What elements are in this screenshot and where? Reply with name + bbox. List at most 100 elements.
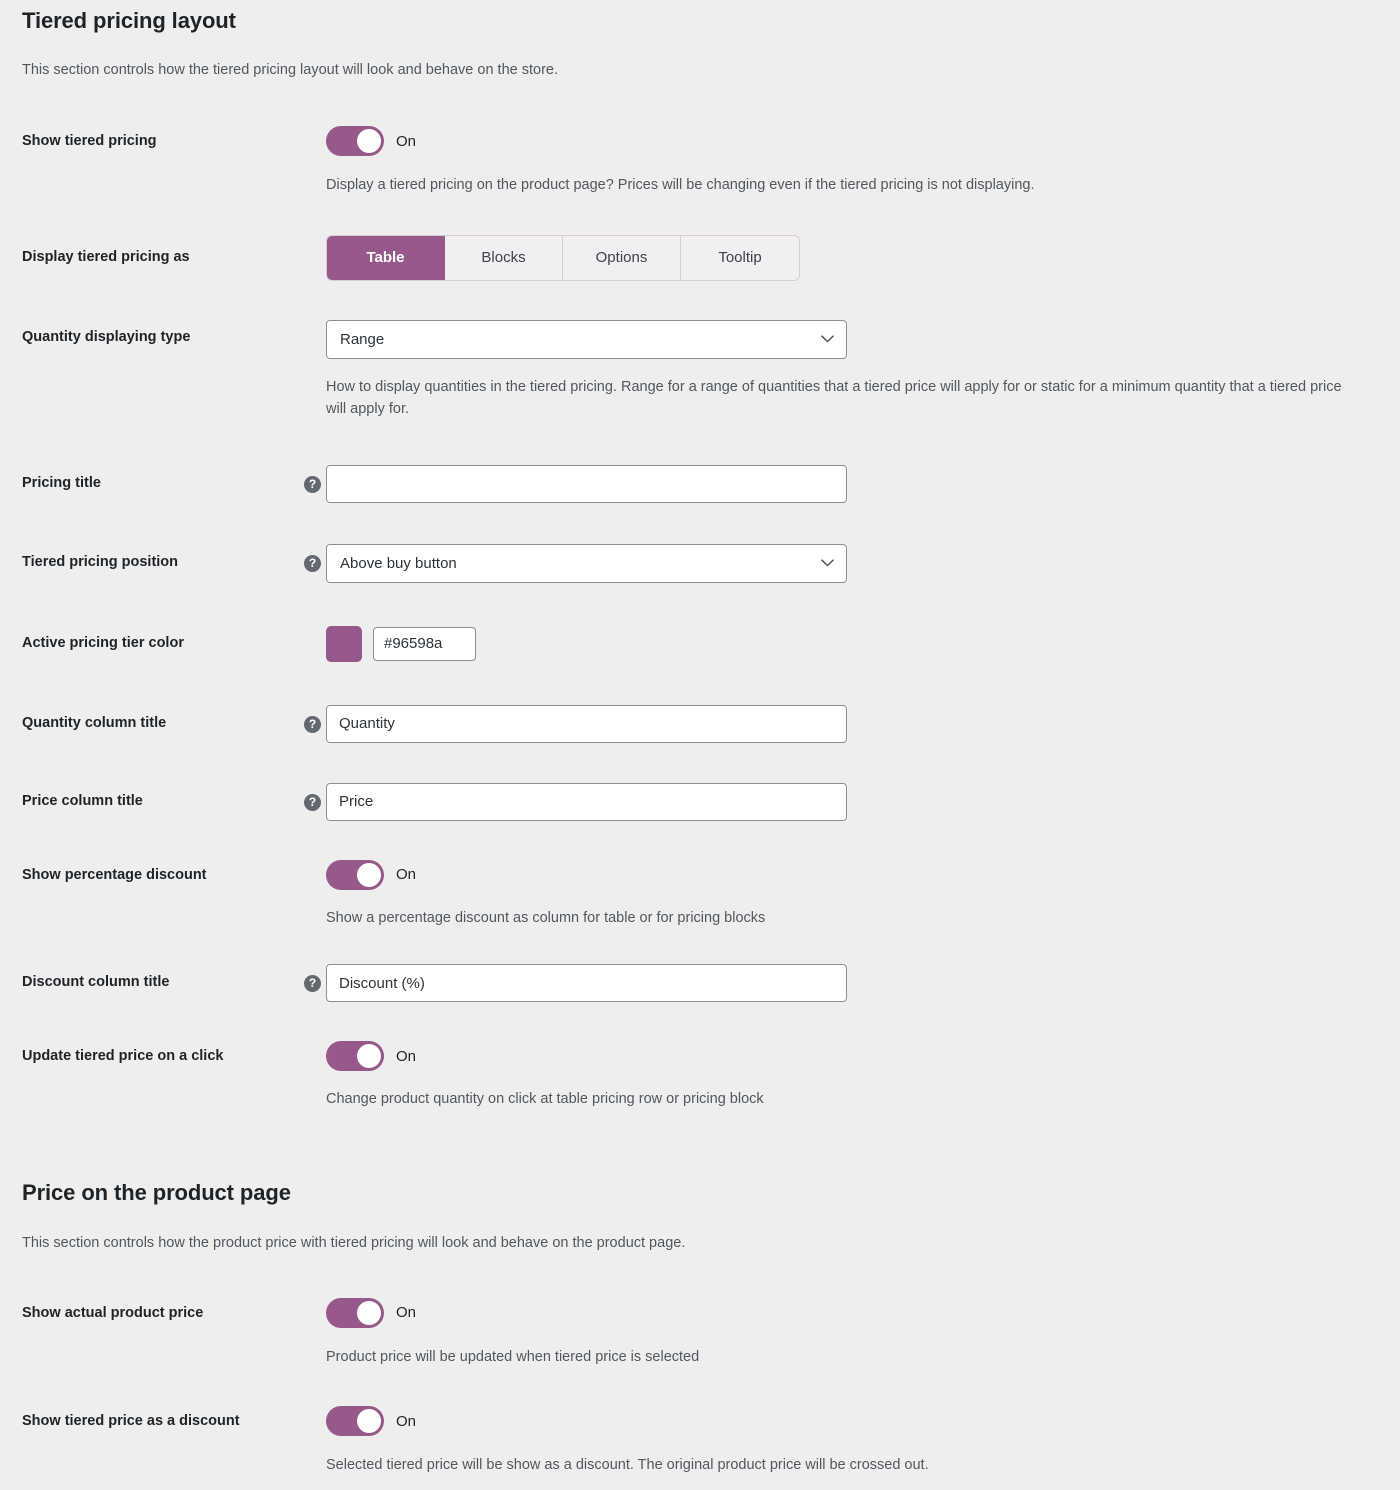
label-show-actual-product-price: Show actual product price (22, 1304, 204, 1321)
field-quantity-column-title (326, 704, 1380, 743)
color-swatch[interactable] (326, 625, 362, 662)
help-slot-discount-column-title: ? (304, 964, 326, 993)
settings-page: Tiered pricing layout This section contr… (0, 0, 1400, 1477)
field-display-tiered-pricing-as: Table Blocks Options Tooltip (326, 234, 1380, 281)
label-pricing-title: Pricing title (22, 474, 101, 491)
field-row-price-column-title: Price column title ? (22, 782, 1380, 821)
segmented-control-display-as: Table Blocks Options Tooltip (326, 234, 800, 281)
field-tiered-pricing-position: Above buy button (326, 543, 1380, 583)
help-slot-empty (304, 860, 326, 862)
toggle-state-show-tiered-price-as-discount: On (396, 1412, 417, 1430)
segment-blocks[interactable]: Blocks (445, 235, 563, 280)
section-description: This section controls how the product pr… (22, 1234, 686, 1251)
color-picker-active-pricing-tier (326, 625, 1380, 662)
discount-column-title-input[interactable] (326, 964, 847, 1003)
field-show-tiered-pricing: On Display a tiered pricing on the produ… (326, 126, 1380, 196)
section-price-on-product-page: Price on the product page This section c… (22, 1180, 1380, 1254)
help-slot-empty (304, 320, 326, 322)
toggle-show-actual-product-price[interactable] (326, 1297, 384, 1328)
description-show-tiered-pricing: Display a tiered pricing on the product … (326, 177, 1035, 194)
toggle-knob (357, 862, 381, 887)
toggle-state-update-tiered-price: On (396, 1047, 417, 1065)
help-icon[interactable]: ? (304, 715, 321, 733)
toggle-knob (357, 129, 381, 154)
help-slot-empty (304, 235, 326, 237)
label-price-column-title: Price column title (22, 792, 143, 809)
select-tiered-pricing-position[interactable]: Above buy button (326, 543, 847, 583)
section-title-price-on-product-page: Price on the product page (22, 1180, 291, 1206)
field-show-tiered-price-as-discount: On Selected tiered price will be show as… (326, 1406, 1380, 1476)
label-display-tiered-pricing-as: Display tiered pricing as (22, 248, 190, 265)
help-icon[interactable]: ? (304, 554, 321, 572)
description-quantity-displaying-type: How to display quantities in the tiered … (326, 378, 1342, 418)
toggle-update-tiered-price-on-click[interactable] (326, 1041, 384, 1072)
label-tiered-pricing-position: Tiered pricing position (22, 553, 179, 570)
field-active-pricing-tier-color (326, 625, 1380, 662)
help-slot-empty (292, 1406, 326, 1408)
toggle-knob (357, 1044, 381, 1069)
help-slot-empty (304, 1298, 326, 1300)
help-slot-quantity-column-title: ? (304, 705, 326, 733)
toggle-wrap-show-actual-product-price: On (326, 1297, 1380, 1328)
toggle-wrap-show-tiered-pricing: On (326, 126, 1380, 157)
field-row-show-actual-product-price: Show actual product price On Product pri… (22, 1297, 1380, 1368)
help-slot-pricing-title: ? (304, 465, 326, 493)
description-update-tiered-price: Change product quantity on click at tabl… (326, 1091, 764, 1108)
toggle-knob (357, 1300, 381, 1325)
label-update-tiered-price-on-click: Update tiered price on a click (22, 1048, 224, 1065)
help-icon[interactable]: ? (304, 475, 321, 493)
pricing-title-input[interactable] (326, 464, 847, 503)
field-row-tiered-pricing-position: Tiered pricing position ? Above buy butt… (22, 543, 1380, 583)
help-slot-empty (304, 126, 326, 128)
select-value-tiered-pricing-position: Above buy button (340, 554, 457, 572)
description-show-percentage-discount: Show a percentage discount as column for… (326, 909, 766, 926)
label-quantity-column-title: Quantity column title (22, 714, 167, 731)
help-slot-empty (304, 1041, 326, 1043)
description-show-tiered-price-as-discount: Selected tiered price will be show as a … (326, 1457, 929, 1474)
section-tiered-pricing-layout: Tiered pricing layout This section contr… (22, 0, 1380, 82)
toggle-state-show-actual-product-price: On (396, 1304, 417, 1322)
label-active-pricing-tier-color: Active pricing tier color (22, 634, 184, 651)
toggle-wrap-update-tiered-price: On (326, 1041, 1380, 1072)
select-value-quantity-displaying-type: Range (340, 330, 385, 348)
description-show-actual-product-price: Product price will be updated when tiere… (326, 1348, 700, 1365)
help-slot-empty (304, 626, 326, 628)
page-title: Tiered pricing layout (22, 8, 236, 33)
section-description: This section controls how the tiered pri… (22, 62, 558, 79)
label-show-tiered-pricing: Show tiered pricing (22, 133, 157, 150)
toggle-state-show-percentage-discount: On (396, 866, 417, 884)
field-row-show-percentage-discount: Show percentage discount On Show a perce… (22, 859, 1380, 929)
field-pricing-title (326, 464, 1380, 503)
help-icon[interactable]: ? (304, 793, 321, 811)
field-row-show-tiered-price-as-discount: Show tiered price as a discount On Selec… (22, 1406, 1380, 1476)
field-show-actual-product-price: On Product price will be updated when ti… (326, 1297, 1380, 1368)
help-slot-tiered-pricing-position: ? (304, 544, 326, 572)
toggle-show-tiered-pricing[interactable] (326, 126, 384, 157)
field-discount-column-title (326, 964, 1380, 1003)
field-row-display-tiered-pricing-as: Display tiered pricing as Table Blocks O… (22, 234, 1380, 281)
field-price-column-title (326, 782, 1380, 821)
segment-tooltip[interactable]: Tooltip (681, 235, 799, 280)
help-icon[interactable]: ? (304, 975, 321, 993)
help-slot-price-column-title: ? (304, 783, 326, 811)
label-discount-column-title: Discount column title (22, 974, 170, 991)
field-update-tiered-price-on-click: On Change product quantity on click at t… (326, 1041, 1380, 1110)
quantity-column-title-input[interactable] (326, 704, 847, 743)
toggle-state-show-tiered-pricing: On (396, 132, 417, 150)
field-row-show-tiered-pricing: Show tiered pricing On Display a tiered … (22, 126, 1380, 196)
toggle-show-tiered-price-as-discount[interactable] (326, 1406, 384, 1437)
field-row-discount-column-title: Discount column title ? (22, 964, 1380, 1003)
toggle-wrap-show-tiered-price-as-discount: On (326, 1406, 1380, 1437)
select-quantity-displaying-type[interactable]: Range (326, 319, 847, 359)
field-row-quantity-displaying-type: Quantity displaying type Range How to di… (22, 319, 1380, 421)
price-column-title-input[interactable] (326, 782, 847, 821)
segment-table[interactable]: Table (327, 235, 445, 280)
chevron-down-icon (821, 335, 834, 343)
segment-options[interactable]: Options (563, 235, 681, 280)
label-show-percentage-discount: Show percentage discount (22, 866, 207, 883)
color-hex-input[interactable] (373, 626, 476, 661)
label-show-tiered-price-as-discount: Show tiered price as a discount (22, 1413, 240, 1430)
field-row-update-tiered-price-on-click: Update tiered price on a click On Change… (22, 1041, 1380, 1110)
toggle-show-percentage-discount[interactable] (326, 859, 384, 890)
field-quantity-displaying-type: Range How to display quantities in the t… (326, 319, 1380, 421)
